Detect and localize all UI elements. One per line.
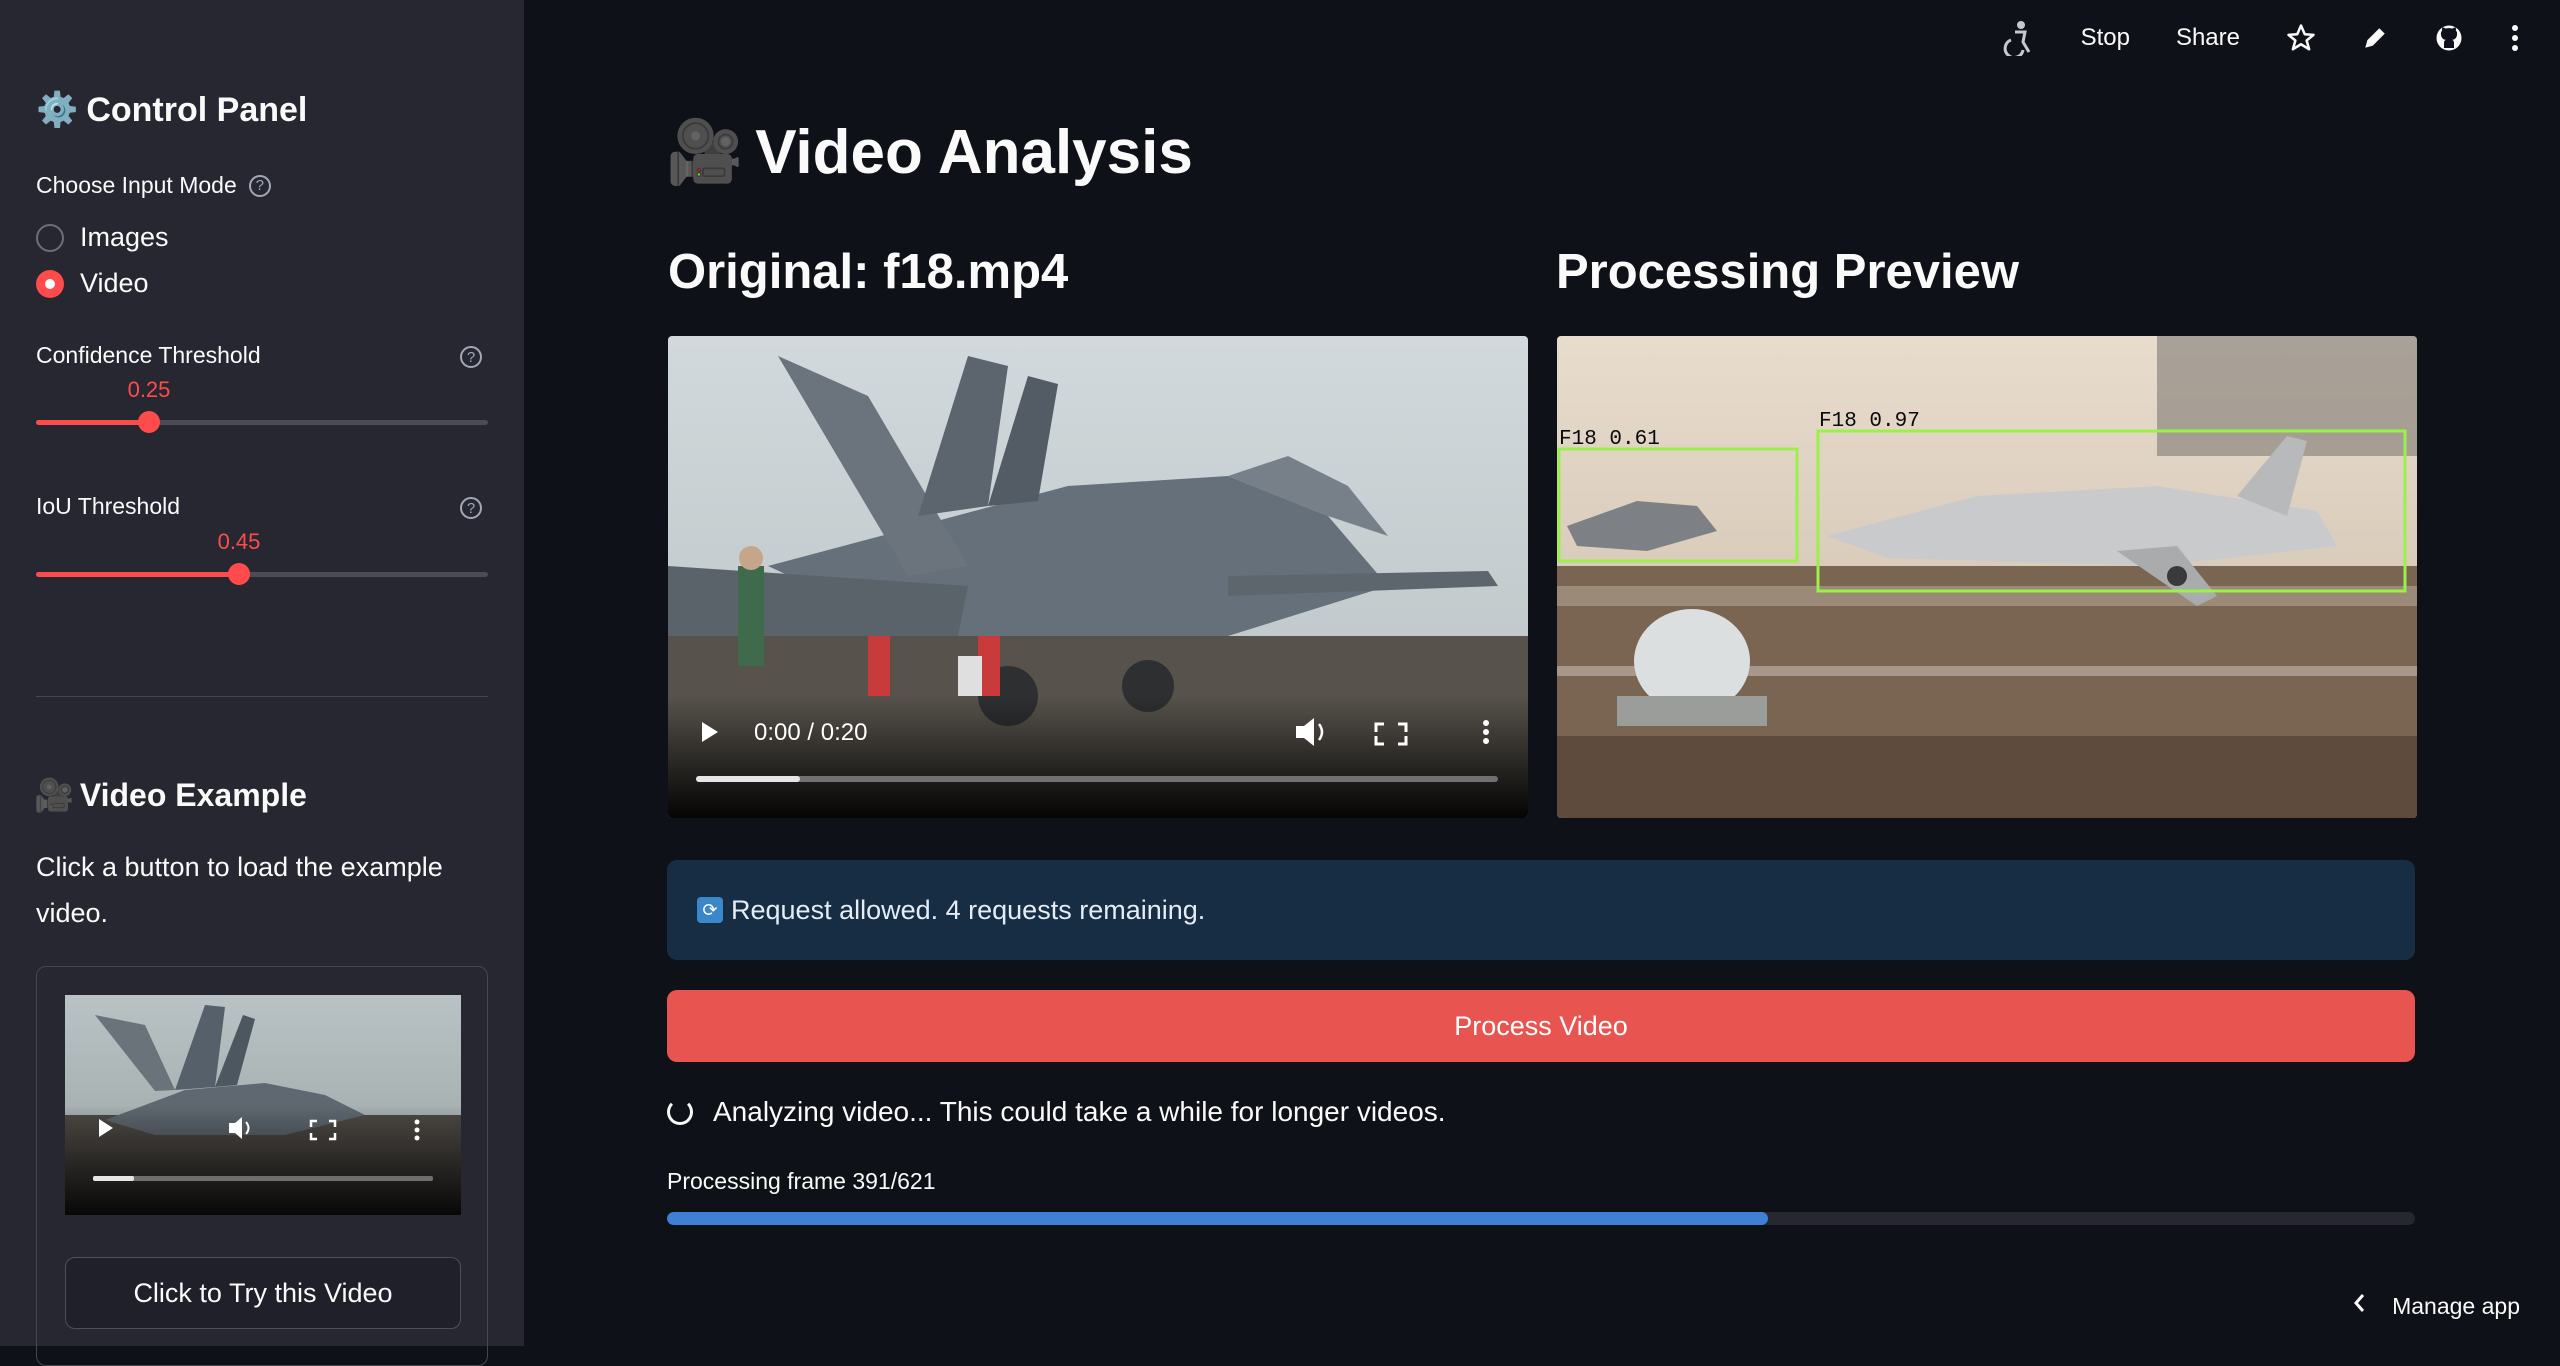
page-title-text: Video Analysis bbox=[755, 118, 1193, 187]
iou-slider[interactable]: 0.45 bbox=[36, 529, 488, 585]
slider-fill bbox=[36, 572, 239, 577]
original-video-player[interactable]: 0:00 / 0:20 bbox=[668, 336, 1528, 818]
preview-frame: F18 0.61 F18 0.97 bbox=[1557, 336, 2417, 818]
status-row: Analyzing video... This could take a whi… bbox=[667, 1096, 1446, 1128]
spinner-icon bbox=[667, 1099, 693, 1125]
processing-preview-title: Processing Preview bbox=[1556, 245, 2020, 299]
processing-preview-image: F18 0.61 F18 0.97 bbox=[1557, 336, 2417, 818]
detection-label: F18 0.97 bbox=[1819, 410, 1920, 433]
confidence-value: 0.25 bbox=[127, 377, 171, 402]
refresh-icon: ⟳ bbox=[697, 897, 723, 923]
status-text: Analyzing video... This could take a whi… bbox=[713, 1096, 1446, 1127]
share-button[interactable]: Share bbox=[2176, 24, 2240, 52]
original-video-title: Original: f18.mp4 bbox=[668, 245, 1069, 299]
progress-label: Processing frame 391/621 bbox=[667, 1168, 936, 1194]
input-mode-label-text: Choose Input Mode bbox=[36, 172, 237, 198]
progress-bar bbox=[667, 1212, 2415, 1225]
process-video-button[interactable]: Process Video bbox=[667, 990, 2415, 1062]
divider bbox=[36, 696, 488, 697]
stop-button[interactable]: Stop bbox=[2081, 24, 2130, 52]
confidence-label-text: Confidence Threshold bbox=[36, 342, 261, 368]
control-panel-title-text: Control Panel bbox=[86, 90, 308, 129]
example-video-player[interactable] bbox=[65, 995, 461, 1215]
pencil-icon[interactable] bbox=[2362, 25, 2388, 51]
iou-label: IoU Threshold bbox=[36, 493, 180, 520]
video-time: 0:00 / 0:20 bbox=[754, 719, 867, 746]
progress-fill bbox=[667, 1212, 1768, 1225]
detection-label: F18 0.61 bbox=[1559, 428, 1660, 451]
more-vertical-icon[interactable] bbox=[2510, 24, 2520, 52]
confidence-slider[interactable]: 0.25 bbox=[36, 377, 488, 433]
video-example-title: 🎥 Video Example bbox=[34, 776, 307, 814]
try-video-button[interactable]: Click to Try this Video bbox=[65, 1257, 461, 1329]
help-icon[interactable]: ? bbox=[460, 497, 482, 519]
camera-icon: 🎥 bbox=[34, 777, 74, 813]
video-example-title-text: Video Example bbox=[79, 776, 307, 813]
example-video-frame bbox=[65, 995, 461, 1215]
help-icon[interactable]: ? bbox=[248, 174, 271, 197]
slider-thumb[interactable] bbox=[138, 411, 160, 433]
info-alert: ⟳ Request allowed. 4 requests remaining. bbox=[667, 860, 2415, 960]
confidence-label: Confidence Threshold bbox=[36, 342, 261, 369]
manage-app-label: Manage app bbox=[2392, 1292, 2520, 1319]
control-panel-title: ⚙️ Control Panel bbox=[36, 90, 307, 130]
radio-circle-selected[interactable] bbox=[36, 269, 64, 298]
video-example-description: Click a button to load the example video… bbox=[36, 852, 443, 928]
gear-icon: ⚙️ bbox=[36, 91, 79, 129]
iou-value: 0.45 bbox=[217, 529, 261, 554]
radio-video[interactable]: Video bbox=[36, 268, 149, 299]
page-title: 🎥 Video Analysis bbox=[666, 116, 1193, 189]
radio-video-label: Video bbox=[80, 268, 149, 298]
radio-circle[interactable] bbox=[36, 223, 64, 252]
help-icon[interactable]: ? bbox=[460, 346, 482, 368]
github-icon[interactable] bbox=[2434, 23, 2464, 53]
manage-app-button[interactable]: Manage app bbox=[2352, 1292, 2520, 1320]
video-example-card: Click to Try this Video bbox=[36, 966, 488, 1366]
sidebar: ⚙️ Control Panel Choose Input Mode ? Ima… bbox=[0, 0, 524, 1366]
top-toolbar: Stop Share bbox=[2001, 16, 2520, 60]
accessibility-icon[interactable] bbox=[2001, 20, 2035, 56]
radio-images-label: Images bbox=[80, 222, 169, 252]
slider-thumb[interactable] bbox=[228, 563, 250, 585]
original-video-frame: 0:00 / 0:20 bbox=[668, 336, 1528, 818]
chevron-left-icon bbox=[2352, 1292, 2366, 1320]
info-alert-text: Request allowed. 4 requests remaining. bbox=[731, 894, 1206, 925]
iou-label-text: IoU Threshold bbox=[36, 493, 181, 519]
camera-icon: 🎥 bbox=[666, 118, 744, 187]
input-mode-label: Choose Input Mode ? bbox=[36, 172, 271, 199]
star-icon[interactable] bbox=[2286, 23, 2316, 53]
slider-fill bbox=[36, 420, 149, 425]
radio-images[interactable]: Images bbox=[36, 222, 169, 253]
